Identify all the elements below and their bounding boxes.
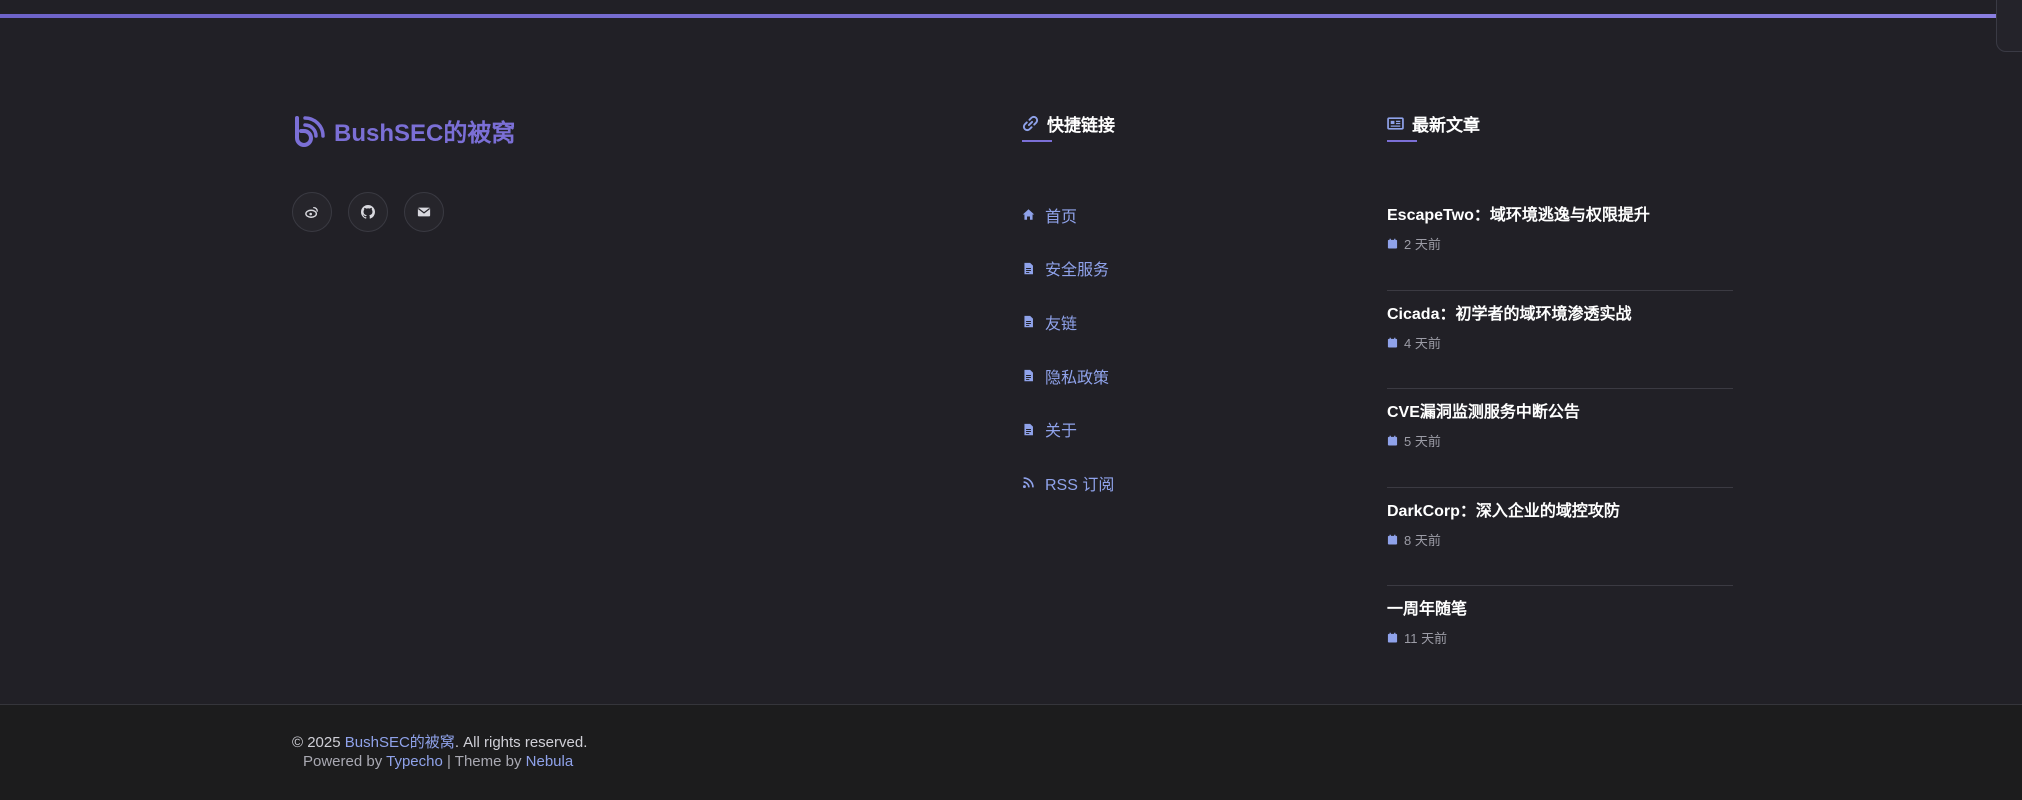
site-home-link[interactable]: BushSEC的被窝 [345, 734, 455, 751]
quick-links-list: 首页 安全服务 友链 隐私政策 关于 RSS 订阅 [1022, 188, 1114, 510]
social-links [292, 192, 444, 232]
quick-link-privacy[interactable]: 隐私政策 [1022, 349, 1114, 403]
calendar-icon [1387, 435, 1398, 446]
logo-icon [295, 115, 325, 147]
post-title-link[interactable]: DarkCorp：深入企业的域控攻防 [1387, 497, 1733, 521]
powered-prefix: Powered by [303, 753, 387, 770]
footer-bottom-bar: © 2025 BushSEC的被窝. All rights reserved. … [0, 704, 2022, 800]
copyright-suffix: . All rights reserved. [454, 734, 588, 751]
post-item: 一周年随笔 11 天前 [1387, 586, 1733, 685]
quick-link-label: 关于 [1045, 423, 1078, 441]
brand-name: BushSEC的被窝 [334, 120, 516, 147]
home-icon [1022, 209, 1035, 221]
post-time: 4 天前 [1404, 335, 1441, 351]
calendar-icon [1387, 238, 1398, 249]
quick-link-friends[interactable]: 友链 [1022, 295, 1114, 349]
copyright-line: © 2025 BushSEC的被窝. All rights reserved. [292, 731, 587, 752]
copyright-prefix: © 2025 [292, 734, 345, 751]
typecho-link[interactable]: Typecho [386, 753, 443, 770]
newspaper-icon [1387, 117, 1404, 130]
footer-brand[interactable]: BushSEC的被窝 [292, 113, 515, 148]
quick-link-label: 安全服务 [1045, 262, 1110, 280]
recent-posts-title: 最新文章 [1412, 116, 1480, 135]
post-time: 8 天前 [1404, 532, 1441, 548]
post-time: 5 天前 [1404, 434, 1441, 449]
social-weibo-button[interactable] [292, 192, 332, 232]
post-title-link[interactable]: 一周年随笔 [1387, 595, 1733, 619]
footer-main: BushSEC的被窝 快捷链接 首页 安全服务 友链 隐私政策 关于 RSS 订… [0, 18, 2022, 704]
post-title-link[interactable]: EscapeTwo：域环境逃逸与权限提升 [1387, 201, 1733, 225]
social-email-button[interactable] [404, 192, 444, 232]
weibo-icon [305, 206, 318, 218]
recent-posts-heading: 最新文章 [1387, 111, 1480, 136]
envelope-icon [417, 207, 431, 217]
theme-separator: | Theme by [442, 753, 526, 770]
quick-link-security-services[interactable]: 安全服务 [1022, 242, 1114, 296]
github-icon [361, 205, 375, 219]
post-time: 2 天前 [1404, 237, 1441, 252]
post-meta: 11 天前 [1387, 628, 1733, 647]
social-github-button[interactable] [348, 192, 388, 232]
link-icon [1022, 115, 1039, 132]
post-title-link[interactable]: CVE漏洞监测服务中断公告 [1387, 398, 1733, 422]
post-time: 11 天前 [1404, 631, 1448, 646]
post-item: EscapeTwo：域环境逃逸与权限提升 2 天前 [1387, 192, 1733, 291]
post-meta: 2 天前 [1387, 234, 1733, 253]
quick-link-label: RSS 订阅 [1045, 476, 1115, 494]
calendar-icon [1387, 632, 1398, 643]
post-meta: 8 天前 [1387, 530, 1733, 549]
quick-link-label: 友链 [1045, 315, 1078, 333]
calendar-icon [1387, 337, 1398, 348]
recent-posts-underline [1387, 140, 1417, 142]
post-item: CVE漏洞监测服务中断公告 5 天前 [1387, 389, 1733, 488]
quick-link-rss[interactable]: RSS 订阅 [1022, 456, 1114, 510]
powered-by-line: Powered by Typecho | Theme by Nebula [303, 753, 573, 770]
nebula-theme-link[interactable]: Nebula [526, 753, 574, 770]
rss-icon [1022, 477, 1034, 489]
post-meta: 5 天前 [1387, 431, 1733, 450]
file-icon [1024, 423, 1033, 435]
quick-links-title: 快捷链接 [1047, 116, 1115, 135]
calendar-icon [1387, 534, 1398, 545]
file-icon [1024, 369, 1033, 382]
quick-link-label: 隐私政策 [1045, 369, 1110, 387]
file-icon [1024, 316, 1033, 328]
quick-links-heading: 快捷链接 [1022, 111, 1115, 136]
post-meta: 4 天前 [1387, 333, 1733, 352]
post-item: DarkCorp：深入企业的域控攻防 8 天前 [1387, 488, 1733, 586]
recent-posts-list: EscapeTwo：域环境逃逸与权限提升 2 天前 Cicada：初学者的域环境… [1387, 192, 1733, 685]
post-title-link[interactable]: Cicada：初学者的域环境渗透实战 [1387, 300, 1733, 324]
quick-link-home[interactable]: 首页 [1022, 188, 1114, 242]
quick-link-label: 首页 [1045, 208, 1078, 226]
post-item: Cicada：初学者的域环境渗透实战 4 天前 [1387, 291, 1733, 389]
quick-link-about[interactable]: 关于 [1022, 402, 1114, 456]
quick-links-underline [1022, 140, 1052, 142]
file-icon [1024, 262, 1033, 275]
